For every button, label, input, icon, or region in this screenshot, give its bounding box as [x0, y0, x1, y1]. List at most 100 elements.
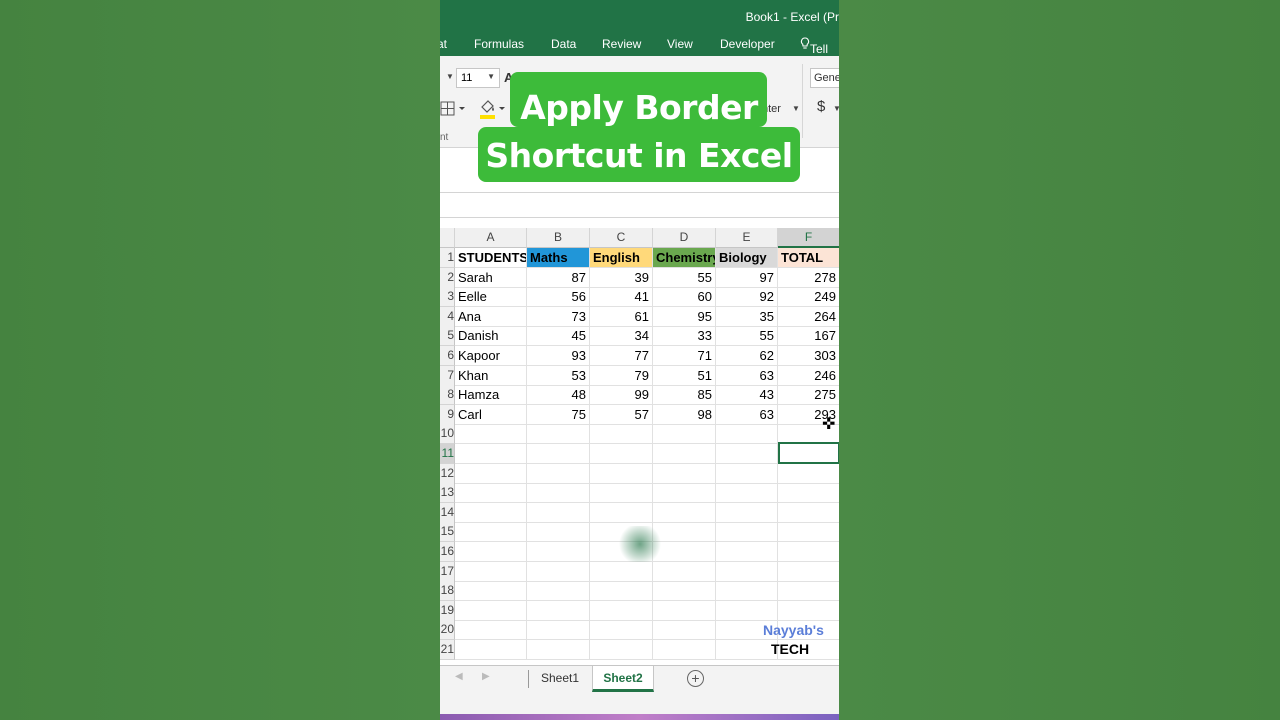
- tab-scroll-left-icon[interactable]: ◀: [455, 671, 463, 682]
- row-header-5[interactable]: 5: [440, 326, 455, 347]
- empty-cell[interactable]: [590, 463, 653, 484]
- empty-cell[interactable]: [590, 620, 653, 641]
- select-all-corner[interactable]: [440, 228, 455, 248]
- empty-cell[interactable]: [590, 483, 653, 504]
- row-header-9[interactable]: 9: [440, 404, 455, 425]
- empty-cell[interactable]: [590, 600, 653, 621]
- currency-format-button[interactable]: $: [817, 98, 825, 115]
- table-cell[interactable]: 246: [778, 366, 839, 386]
- empty-cell[interactable]: [653, 502, 716, 523]
- empty-cell[interactable]: [455, 640, 527, 660]
- empty-cell[interactable]: [590, 581, 653, 602]
- table-cell[interactable]: 85: [653, 385, 716, 406]
- table-cell[interactable]: Eelle: [455, 287, 527, 308]
- empty-cell[interactable]: [455, 444, 527, 464]
- header-cell[interactable]: Maths: [527, 248, 590, 268]
- table-cell[interactable]: 167: [778, 326, 839, 347]
- number-format-box[interactable]: Gene: [810, 68, 839, 88]
- empty-cell[interactable]: [716, 502, 778, 523]
- active-cell-selection[interactable]: [778, 442, 839, 464]
- tab-formulas[interactable]: Formulas: [474, 37, 524, 51]
- empty-cell[interactable]: [527, 640, 590, 660]
- empty-cell[interactable]: [653, 444, 716, 464]
- empty-cell[interactable]: [590, 444, 653, 464]
- add-sheet-icon[interactable]: +: [687, 670, 704, 687]
- table-cell[interactable]: 56: [527, 287, 590, 308]
- empty-cell[interactable]: [527, 620, 590, 641]
- table-cell[interactable]: 77: [590, 346, 653, 366]
- table-cell[interactable]: 55: [716, 326, 778, 347]
- empty-cell[interactable]: [527, 522, 590, 543]
- header-cell[interactable]: English: [590, 248, 653, 268]
- empty-cell[interactable]: [778, 562, 839, 582]
- column-header-b[interactable]: B: [527, 228, 590, 248]
- column-header-c[interactable]: C: [590, 228, 653, 248]
- table-cell[interactable]: 41: [590, 287, 653, 308]
- empty-cell[interactable]: [455, 561, 527, 582]
- empty-cell[interactable]: [653, 424, 716, 445]
- table-cell[interactable]: 61: [590, 306, 653, 327]
- empty-cell[interactable]: [778, 503, 839, 523]
- empty-cell[interactable]: [778, 601, 839, 621]
- empty-cell[interactable]: [590, 561, 653, 582]
- empty-cell[interactable]: [455, 620, 527, 641]
- table-cell[interactable]: 93: [527, 346, 590, 366]
- empty-cell[interactable]: [653, 620, 716, 641]
- table-cell[interactable]: 249: [778, 287, 839, 308]
- row-header-21[interactable]: 21: [440, 640, 455, 660]
- table-cell[interactable]: 98: [653, 404, 716, 425]
- row-header-15[interactable]: 15: [440, 522, 455, 543]
- table-cell[interactable]: Ana: [455, 306, 527, 327]
- row-header-14[interactable]: 14: [440, 502, 455, 523]
- column-header-f[interactable]: F: [778, 228, 839, 248]
- empty-cell[interactable]: [527, 502, 590, 523]
- empty-cell[interactable]: [455, 502, 527, 523]
- empty-cell[interactable]: [455, 424, 527, 445]
- table-cell[interactable]: 303: [778, 346, 839, 366]
- empty-cell[interactable]: [527, 600, 590, 621]
- empty-cell[interactable]: [527, 483, 590, 504]
- table-cell[interactable]: 71: [653, 346, 716, 366]
- table-cell[interactable]: 73: [527, 306, 590, 327]
- empty-cell[interactable]: [455, 522, 527, 543]
- table-cell[interactable]: 63: [716, 365, 778, 386]
- table-cell[interactable]: 79: [590, 365, 653, 386]
- empty-cell[interactable]: [590, 640, 653, 660]
- empty-cell[interactable]: [455, 600, 527, 621]
- table-cell[interactable]: Danish: [455, 326, 527, 347]
- empty-cell[interactable]: [716, 522, 778, 543]
- row-header-7[interactable]: 7: [440, 365, 455, 386]
- empty-cell[interactable]: [778, 581, 839, 602]
- empty-cell[interactable]: [653, 561, 716, 582]
- empty-cell[interactable]: [527, 561, 590, 582]
- row-header-11[interactable]: 11: [440, 444, 455, 464]
- tab-scroll-right-icon[interactable]: ▶: [482, 671, 490, 682]
- empty-cell[interactable]: [653, 483, 716, 504]
- table-cell[interactable]: 95: [653, 306, 716, 327]
- table-cell[interactable]: 33: [653, 326, 716, 347]
- empty-cell[interactable]: [778, 522, 839, 543]
- empty-cell[interactable]: [716, 444, 778, 464]
- table-cell[interactable]: Sarah: [455, 267, 527, 288]
- empty-cell[interactable]: [716, 463, 778, 484]
- empty-cell[interactable]: [527, 463, 590, 484]
- table-cell[interactable]: Hamza: [455, 385, 527, 406]
- empty-cell[interactable]: [716, 483, 778, 504]
- row-header-8[interactable]: 8: [440, 385, 455, 406]
- table-cell[interactable]: 63: [716, 404, 778, 425]
- empty-cell[interactable]: [527, 424, 590, 445]
- currency-dropdown-icon[interactable]: ▼: [833, 104, 839, 113]
- row-header-10[interactable]: 10: [440, 424, 455, 445]
- table-cell[interactable]: 48: [527, 385, 590, 406]
- empty-cell[interactable]: [716, 542, 778, 562]
- table-cell[interactable]: 51: [653, 365, 716, 386]
- empty-cell[interactable]: [455, 463, 527, 484]
- empty-cell[interactable]: [527, 444, 590, 464]
- empty-cell[interactable]: [716, 424, 778, 445]
- empty-cell[interactable]: [455, 483, 527, 504]
- row-header-17[interactable]: 17: [440, 561, 455, 582]
- tab-developer[interactable]: Developer: [720, 37, 775, 51]
- empty-cell[interactable]: [716, 561, 778, 582]
- table-cell[interactable]: 92: [716, 287, 778, 308]
- empty-cell[interactable]: [653, 581, 716, 602]
